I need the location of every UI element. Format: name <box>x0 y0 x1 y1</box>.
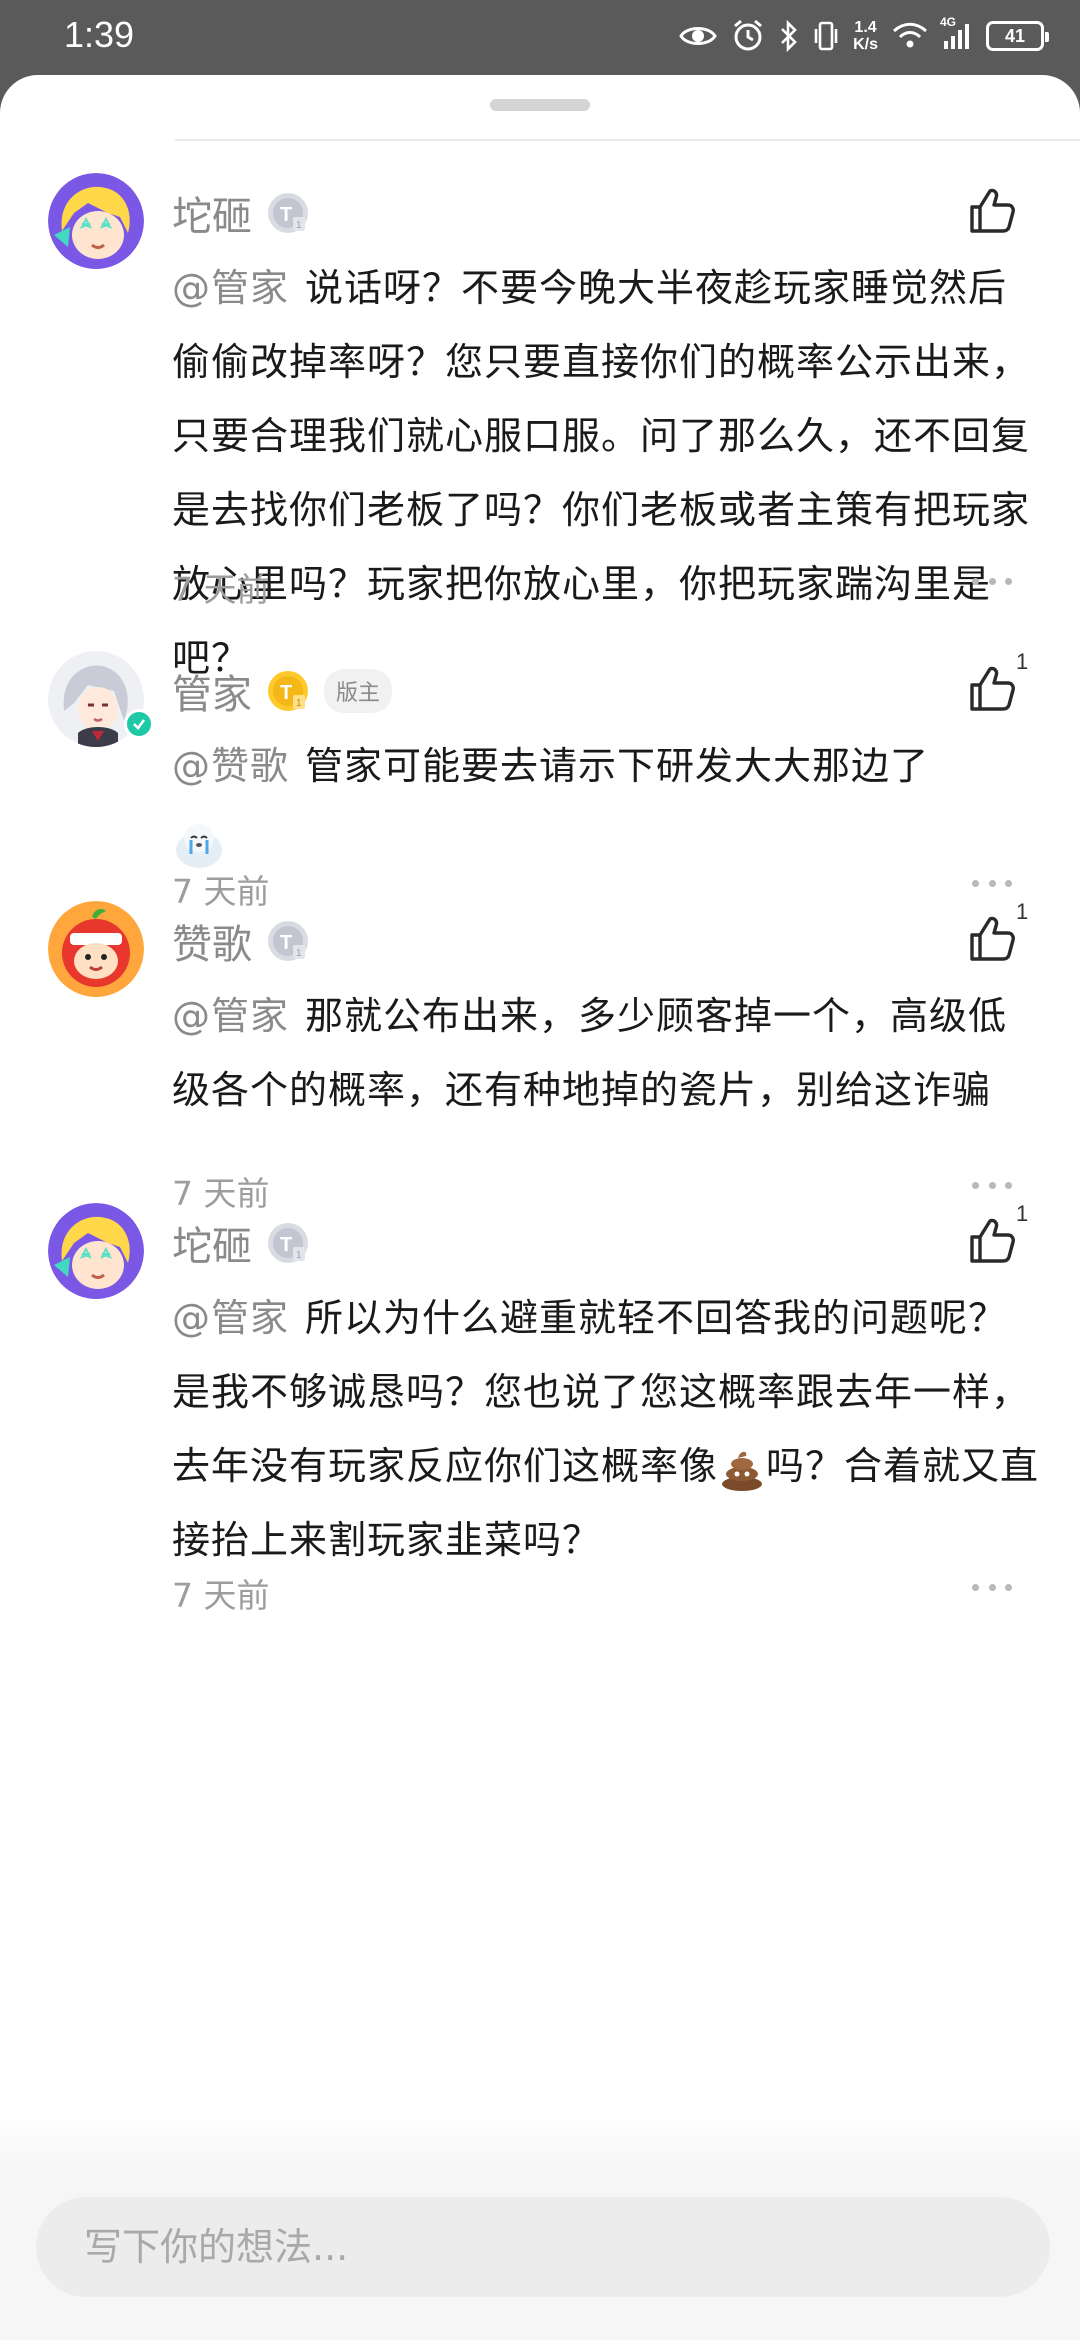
comments-sheet: 坨砸 T 1 @管家 说话呀？不要今晚大半夜趁玩家睡觉然后偷偷改掉率呀？您只要直接… <box>0 75 1080 2340</box>
poop-emoji-icon <box>722 1451 763 1491</box>
name-row: 赞歌 T 1 <box>172 913 310 969</box>
svg-text:T: T <box>280 682 292 704</box>
status-time: 1:39 <box>64 14 135 55</box>
avatar[interactable] <box>48 901 144 997</box>
drag-handle[interactable] <box>490 99 590 111</box>
divider <box>175 139 1080 141</box>
net-speed-unit: K/s <box>853 36 878 53</box>
like-button[interactable] <box>962 1211 1022 1271</box>
status-icons: 1.4 K/s 4G 41 <box>679 14 1049 58</box>
mention-link[interactable]: @管家 <box>172 994 289 1038</box>
comment-body: 管家可能要去请示下研发大大那边了 <box>305 744 930 788</box>
bluetooth-icon <box>779 20 799 52</box>
battery-level: 41 <box>1004 25 1026 46</box>
eye-icon <box>679 23 717 49</box>
like-count: 1 <box>1016 1201 1029 1226</box>
comment-text: @管家 那就公布出来，多少顾客掉一个，高级低级各个的概率，还有种地掉的瓷片，别给这… <box>172 979 1042 1127</box>
wifi-icon <box>892 22 928 50</box>
svg-text:1: 1 <box>296 1250 302 1261</box>
comment-item: 管家 T 1 版主 1 @赞歌 管家可能要去请示下研发大大那边了 7 天前 <box>0 621 1080 911</box>
like-count: 1 <box>1016 649 1029 674</box>
name-row: 管家 T 1 版主 <box>172 662 393 720</box>
status-bar: 1:39 1.4 K/s 4G 41 <box>0 0 1080 75</box>
battery-icon: 41 <box>986 21 1049 51</box>
level-badge-icon: T 1 <box>268 193 308 233</box>
svg-text:T: T <box>280 932 292 954</box>
vibrate-icon <box>813 20 839 52</box>
level-badge-icon: T 1 <box>268 1223 308 1263</box>
level-badge-icon: T 1 <box>268 921 308 961</box>
like-button[interactable] <box>962 181 1022 241</box>
svg-text:1: 1 <box>296 698 302 709</box>
comment-time: 7 天前 <box>172 1576 270 1615</box>
mention-link[interactable]: @赞歌 <box>172 744 289 788</box>
like-button[interactable] <box>962 659 1022 719</box>
comment-input-bar <box>0 2165 1080 2340</box>
comment-text: @赞歌 管家可能要去请示下研发大大那边了 <box>172 729 1042 877</box>
comment-body: 说话呀？不要今晚大半夜趁玩家睡觉然后偷偷改掉率呀？您只要直接你们的概率公示出来，… <box>172 266 1031 680</box>
avatar[interactable] <box>48 173 144 269</box>
svg-text:1: 1 <box>296 220 302 231</box>
username[interactable]: 管家 <box>172 662 252 720</box>
username[interactable]: 坨砸 <box>172 1214 252 1272</box>
more-options-button[interactable] <box>972 1577 1012 1597</box>
comment-item: 坨砸 T 1 1 @管家 所以为什么避重就轻不回答我的问题呢？是我不够诚恳吗？您也… <box>0 1173 1080 1615</box>
thumbs-up-icon <box>970 1218 1015 1263</box>
verified-badge-icon <box>124 709 154 739</box>
comment-input[interactable] <box>36 2197 1050 2297</box>
svg-text:T: T <box>280 1234 292 1256</box>
crying-seal-emoji-icon <box>176 823 222 868</box>
comment-body: 那就公布出来，多少顾客掉一个，高级低级各个的概率，还有种地掉的瓷片，别给这诈骗 <box>172 994 1008 1112</box>
thumbs-up-icon <box>970 666 1015 711</box>
svg-text:T: T <box>280 204 292 226</box>
like-count: 1 <box>1016 899 1029 924</box>
signal-icon: 4G <box>940 15 972 51</box>
username[interactable]: 坨砸 <box>172 184 252 242</box>
mention-link[interactable]: @管家 <box>172 1296 289 1340</box>
comment-item: 坨砸 T 1 @管家 说话呀？不要今晚大半夜趁玩家睡觉然后偷偷改掉率呀？您只要直接… <box>0 143 1080 680</box>
net-speed-value: 1.4 <box>854 19 877 36</box>
comment-time: 7 天前 <box>172 570 270 609</box>
svg-text:1: 1 <box>296 948 302 959</box>
name-row: 坨砸 T 1 <box>172 1215 310 1271</box>
thumbs-up-icon <box>970 916 1015 961</box>
username[interactable]: 赞歌 <box>172 912 252 970</box>
comment-text: @管家 所以为什么避重就轻不回答我的问题呢？是我不够诚恳吗？您也说了您这概率跟去年… <box>172 1281 1042 1577</box>
avatar[interactable] <box>48 1203 144 1299</box>
network-type: 4G <box>940 15 957 29</box>
moderator-badge: 版主 <box>324 669 393 713</box>
level-badge-icon: T 1 <box>268 671 308 711</box>
comment-item: 赞歌 T 1 1 @管家 那就公布出来，多少顾客掉一个，高级低级各个的概率，还有种… <box>0 871 1080 1213</box>
like-button[interactable] <box>962 909 1022 969</box>
thumbs-up-icon <box>970 188 1015 233</box>
list-fade <box>0 2115 1080 2165</box>
mention-link[interactable]: @管家 <box>172 266 289 310</box>
more-options-button[interactable] <box>972 571 1012 591</box>
name-row: 坨砸 T 1 <box>172 185 310 241</box>
net-speed: 1.4 K/s <box>853 19 878 53</box>
alarm-icon <box>731 19 765 53</box>
